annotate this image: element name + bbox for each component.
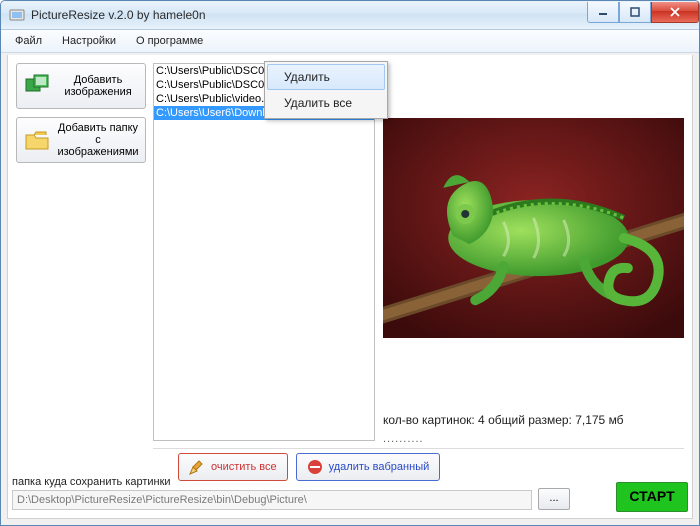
minimize-button[interactable]	[587, 2, 619, 23]
context-menu: Удалить Удалить все	[264, 61, 388, 119]
stats-dots: ..........	[383, 433, 424, 445]
left-column: Добавить изображения Добавить папку с из…	[16, 63, 146, 171]
maximize-button[interactable]	[619, 2, 651, 23]
app-window: PictureResize v.2.0 by hamele0n Файл Нас…	[0, 0, 700, 526]
ctx-delete[interactable]: Удалить	[267, 64, 385, 90]
close-button[interactable]	[651, 2, 699, 23]
start-button[interactable]: СТАРТ	[616, 482, 688, 512]
add-images-button[interactable]: Добавить изображения	[16, 63, 146, 109]
browse-button[interactable]: ...	[538, 488, 570, 510]
images-icon	[23, 72, 51, 100]
titlebar: PictureResize v.2.0 by hamele0n	[1, 1, 699, 30]
window-controls	[587, 2, 699, 22]
client-area: Добавить изображения Добавить папку с из…	[7, 55, 693, 519]
image-preview	[383, 118, 684, 338]
save-label: папка куда сохранить картинки	[12, 476, 171, 488]
add-folder-label: Добавить папку с изображениями	[57, 122, 139, 158]
ctx-delete-all[interactable]: Удалить все	[267, 90, 385, 116]
save-row: папка куда сохранить картинки ... СТАРТ	[8, 470, 692, 518]
window-title: PictureResize v.2.0 by hamele0n	[31, 8, 206, 22]
menu-about[interactable]: О программе	[126, 32, 213, 50]
save-path-input[interactable]	[12, 490, 532, 510]
file-listbox[interactable]: C:\Users\Public\DSC00010.JPG C:\Users\Pu…	[153, 63, 375, 441]
menu-settings[interactable]: Настройки	[52, 32, 126, 50]
menu-file[interactable]: Файл	[5, 32, 52, 50]
menubar: Файл Настройки О программе	[1, 30, 699, 53]
divider	[153, 448, 684, 449]
folder-icon	[23, 126, 51, 154]
add-images-label: Добавить изображения	[57, 74, 139, 98]
preview-image	[383, 118, 684, 338]
stats-text: кол-во картинок: 4 общий размер: 7,175 м…	[383, 413, 684, 427]
app-icon	[9, 7, 25, 23]
add-folder-button[interactable]: Добавить папку с изображениями	[16, 117, 146, 163]
